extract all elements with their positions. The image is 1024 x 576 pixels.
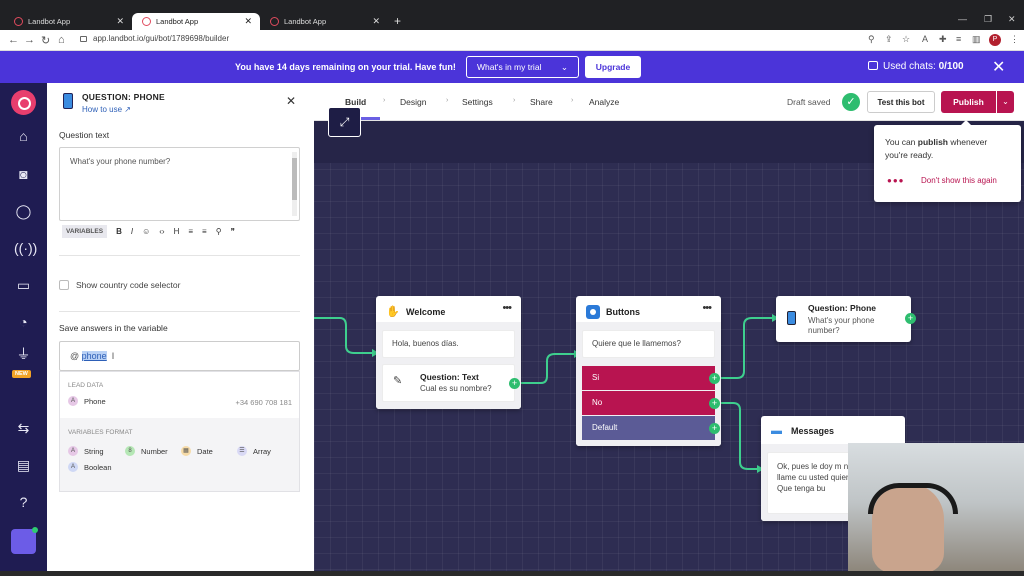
question-text-block[interactable]: ✎ Question: Text Cual es su nombre? xyxy=(382,364,515,402)
node-title: Messages xyxy=(791,426,835,436)
wave-hand-icon: ✋ xyxy=(386,306,400,318)
node-title: Welcome xyxy=(406,307,446,317)
button-block-icon xyxy=(586,305,600,319)
question-subtitle: Cual es su nombre? xyxy=(420,384,492,393)
node-subtitle: What's your phone number? xyxy=(808,316,875,335)
choice-no[interactable]: No xyxy=(582,391,715,415)
add-connection-icon[interactable]: + xyxy=(709,423,720,434)
node-title: Buttons xyxy=(606,307,640,317)
add-connection-icon[interactable]: + xyxy=(709,373,720,384)
choice-si[interactable]: Si xyxy=(582,366,715,390)
message-bubble-icon: ▬ xyxy=(771,425,782,437)
edge-start-welcome xyxy=(314,317,372,354)
node-header: ✋ Welcome xyxy=(386,305,445,319)
node-header: ▬ Messages xyxy=(771,425,834,437)
node-title: Question: Phone xyxy=(808,303,876,313)
add-connection-icon[interactable]: + xyxy=(709,398,720,409)
edge-no-messages xyxy=(715,402,757,470)
buttons-node[interactable]: Buttons ••• Quiere que le llamemos? Si N… xyxy=(576,296,721,446)
edge-welcome-buttons xyxy=(515,353,574,384)
welcome-node[interactable]: ✋ Welcome ••• Hola, buenos días. ✎ Quest… xyxy=(376,296,521,409)
question-title: Question: Text xyxy=(420,372,479,382)
node-menu-icon[interactable]: ••• xyxy=(502,302,512,314)
edge-si-phone xyxy=(715,317,772,379)
choice-default[interactable]: Default xyxy=(582,416,715,440)
message-bubble: Hola, buenos días. xyxy=(382,330,515,358)
node-menu-icon[interactable]: ••• xyxy=(702,302,712,314)
add-connection-icon[interactable]: + xyxy=(509,378,520,389)
message-bubble: Quiere que le llamemos? xyxy=(582,330,715,358)
add-connection-icon[interactable]: + xyxy=(905,313,916,324)
os-taskbar xyxy=(0,571,1024,576)
notepad-icon: ✎ xyxy=(393,375,403,387)
phone-question-node[interactable]: Question: Phone What's your phone number… xyxy=(776,296,916,342)
node-header: Buttons xyxy=(586,305,640,319)
phone-icon xyxy=(787,311,796,325)
webcam-overlay xyxy=(848,443,1024,576)
